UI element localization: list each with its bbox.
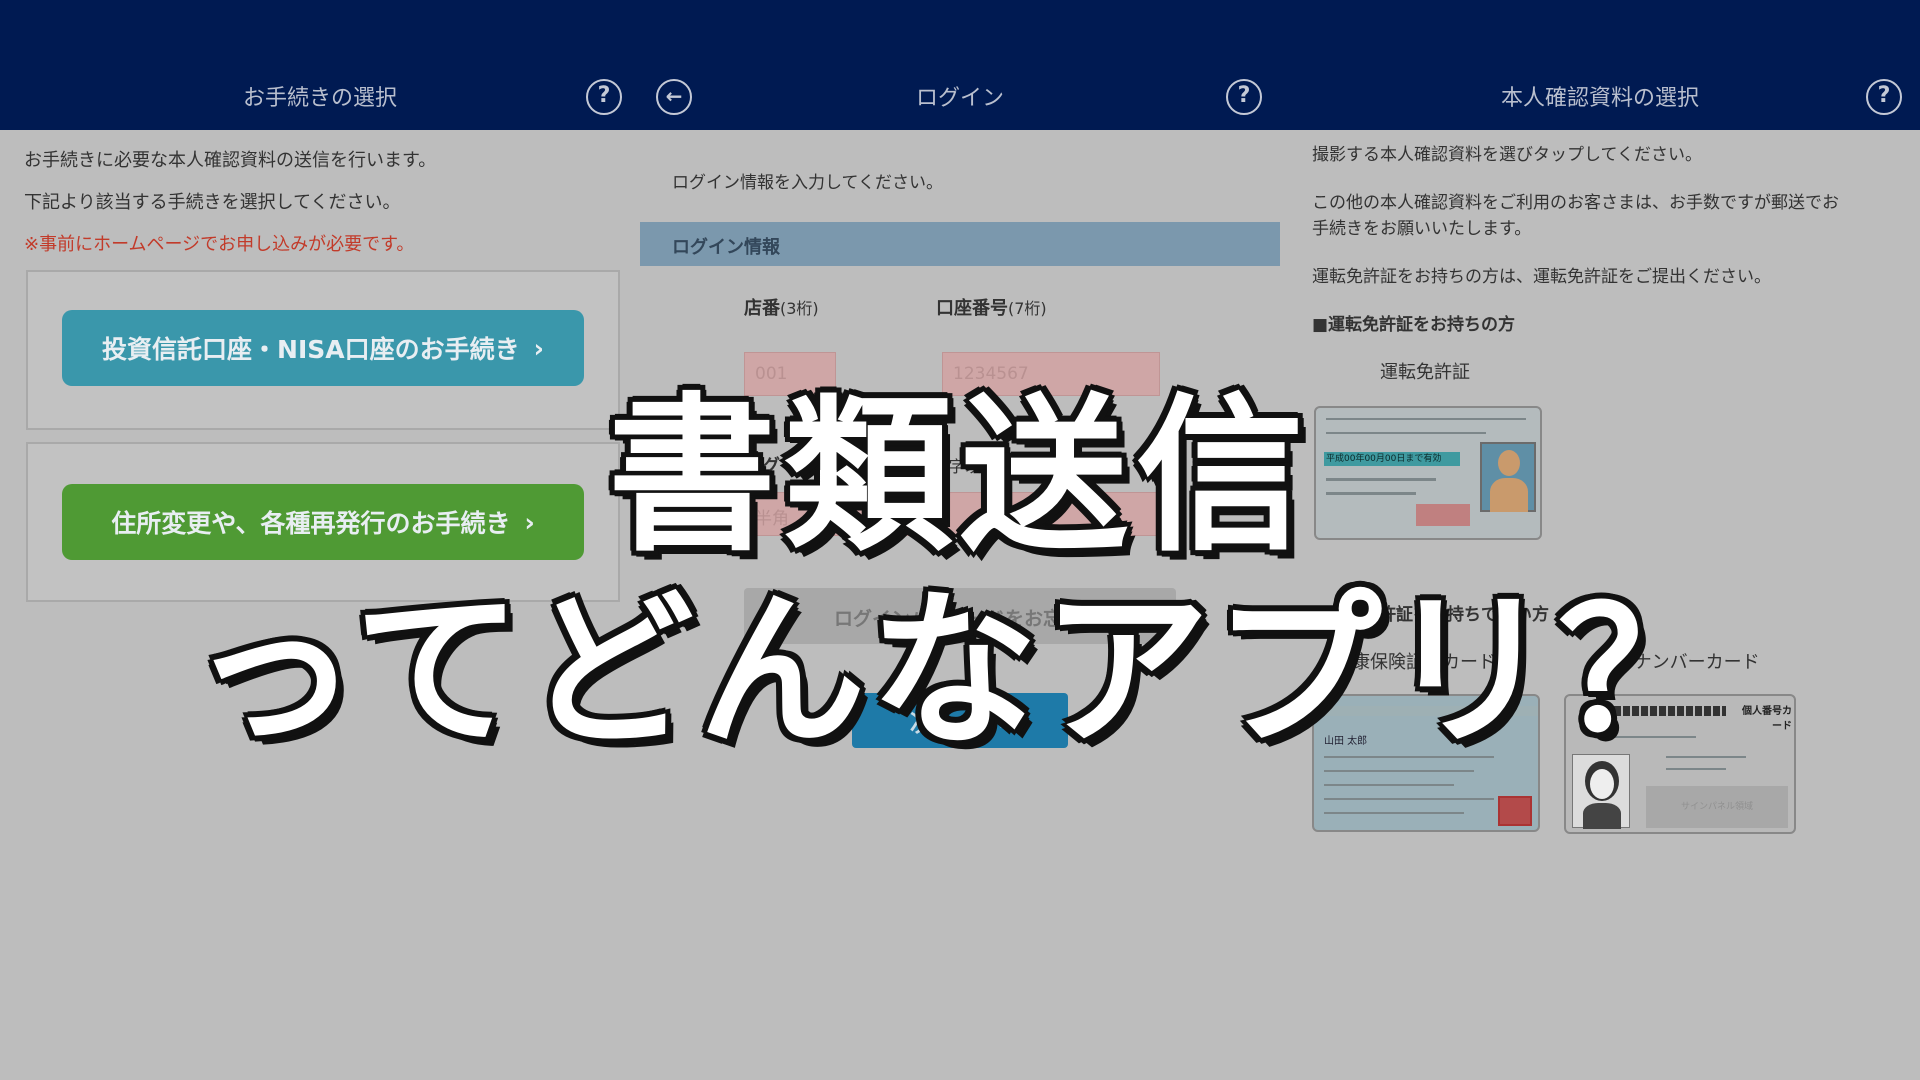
select-instruction: 下記より該当する手続きを選択してください。: [24, 192, 401, 213]
login-section-title: ログイン情報: [672, 237, 780, 258]
card-line: [1324, 798, 1494, 800]
card-line: [1324, 812, 1464, 814]
panel2-header-title: ログイン: [915, 86, 1004, 111]
store-label: 店番(3桁): [744, 294, 819, 320]
license-note: 運転免許証をお持ちの方は、運転免許証をご提出ください。: [1312, 267, 1771, 287]
id-instruction: 撮影する本人確認資料を選びタップしてください。: [1312, 145, 1702, 165]
login-section-bar: ログイン情報: [640, 222, 1280, 266]
help-icon[interactable]: ?: [586, 79, 622, 115]
mail-note-line2: 手続きをお願いいたします。: [1312, 219, 1532, 239]
panel3-header-title: 本人確認資料の選択: [1500, 86, 1699, 111]
section-with-license: ■運転免許証をお持ちの方: [1312, 315, 1516, 335]
account-label: 口座番号(7桁): [936, 294, 1047, 320]
panel1-header-title: お手続きの選択: [242, 86, 397, 111]
help-icon[interactable]: ?: [1226, 79, 1262, 115]
help-icon[interactable]: ?: [1866, 79, 1902, 115]
seal-stamp: [1498, 796, 1532, 826]
notice-text: ※事前にホームページでお申し込みが必要です。: [24, 234, 415, 255]
intro-text: お手続きに必要な本人確認資料の送信を行います。: [24, 150, 437, 171]
account-label-text: 口座番号: [936, 298, 1008, 319]
app-header: お手続きの選択 ? ← ログイン ? 本人確認資料の選択 ?: [0, 0, 1920, 130]
mail-note-line1: この他の本人確認資料をご利用のお客さまは、お手数ですが郵送でお: [1312, 193, 1839, 213]
account-hint: (7桁): [1008, 299, 1047, 318]
shoulders-shape: [1583, 803, 1621, 829]
store-label-text: 店番: [744, 298, 780, 319]
overlay-title-line2: ってどんなアプリ？: [190, 573, 1730, 769]
login-instruction: ログイン情報を入力してください。: [672, 173, 943, 193]
card-line: [1324, 784, 1454, 786]
signature-panel: サインパネル領域: [1646, 786, 1788, 828]
store-hint: (3桁): [780, 299, 819, 318]
